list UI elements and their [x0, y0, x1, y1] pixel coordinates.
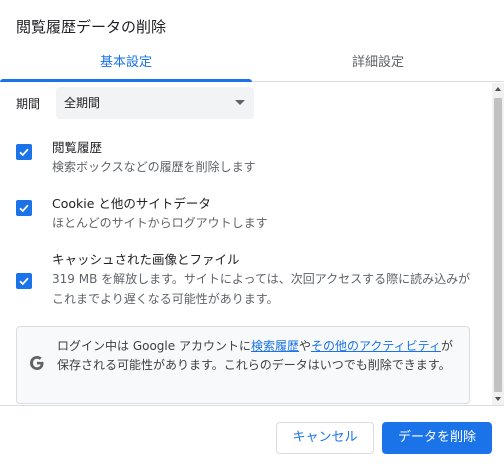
cookies-checkbox[interactable]: [16, 200, 32, 216]
account-info-box: ログイン中は Google アカウントに検索履歴やその他のアクティビティが保存さ…: [16, 326, 470, 404]
browsing-history-checkbox[interactable]: [16, 144, 32, 160]
option-description: 319 MB を解放します。サイトによっては、次回アクセスする際に読み込みがこれ…: [52, 272, 471, 306]
checkmark-icon: [19, 148, 29, 157]
option-description: ほとんどのサイトからログアウトします: [52, 216, 268, 230]
period-row: 期間 全期間: [16, 87, 254, 119]
period-label: 期間: [16, 96, 41, 111]
info-text-part: ログイン中は Google アカウントに: [57, 339, 251, 353]
option-cookies: Cookie と他のサイトデータ ほとんどのサイトからログアウトします: [16, 195, 472, 233]
google-g-icon: [30, 356, 44, 370]
dropdown-arrow-icon: [235, 100, 245, 105]
tab-bar: 基本設定 詳細設定: [0, 44, 504, 82]
option-title: Cookie と他のサイトデータ: [52, 196, 211, 211]
other-activity-link[interactable]: その他のアクティビティ: [311, 339, 441, 353]
period-select-value: 全期間: [64, 96, 101, 110]
scroll-thumb[interactable]: [494, 98, 502, 392]
option-title: 閲覧履歴: [52, 140, 103, 155]
checkmark-icon: [19, 204, 29, 213]
option-cache: キャッシュされた画像とファイル 319 MB を解放します。サイトによっては、次…: [16, 251, 472, 309]
dialog-content: 期間 全期間 閲覧履歴 検索ボックスなどの履歴を削除します Cookie と他の…: [0, 83, 492, 405]
option-text: キャッシュされた画像とファイル 319 MB を解放します。サイトによっては、次…: [52, 251, 472, 309]
cancel-button[interactable]: キャンセル: [276, 422, 374, 454]
scroll-down-arrow-icon[interactable]: [495, 397, 501, 401]
option-description: 検索ボックスなどの履歴を削除します: [52, 160, 256, 174]
tab-active-indicator: [0, 79, 252, 82]
dialog-footer: キャンセル データを削除: [0, 405, 504, 468]
option-text: 閲覧履歴 検索ボックスなどの履歴を削除します: [52, 139, 472, 177]
dialog-title: 閲覧履歴データの削除: [16, 18, 167, 36]
option-text: Cookie と他のサイトデータ ほとんどのサイトからログアウトします: [52, 195, 472, 233]
period-select[interactable]: 全期間: [56, 87, 254, 119]
clear-data-button[interactable]: データを削除: [382, 422, 492, 454]
search-history-link[interactable]: 検索履歴: [251, 339, 299, 353]
scroll-up-arrow-icon[interactable]: [495, 87, 501, 91]
tab-advanced[interactable]: 詳細設定: [252, 44, 504, 82]
option-browsing-history: 閲覧履歴 検索ボックスなどの履歴を削除します: [16, 139, 472, 177]
info-text-part: や: [298, 339, 311, 353]
cache-checkbox[interactable]: [16, 273, 32, 289]
option-title: キャッシュされた画像とファイル: [52, 252, 240, 267]
account-info-text: ログイン中は Google アカウントに検索履歴やその他のアクティビティが保存さ…: [57, 337, 463, 374]
content-scrollbar[interactable]: [492, 83, 504, 405]
checkmark-icon: [19, 277, 29, 286]
tab-basic[interactable]: 基本設定: [0, 44, 252, 82]
